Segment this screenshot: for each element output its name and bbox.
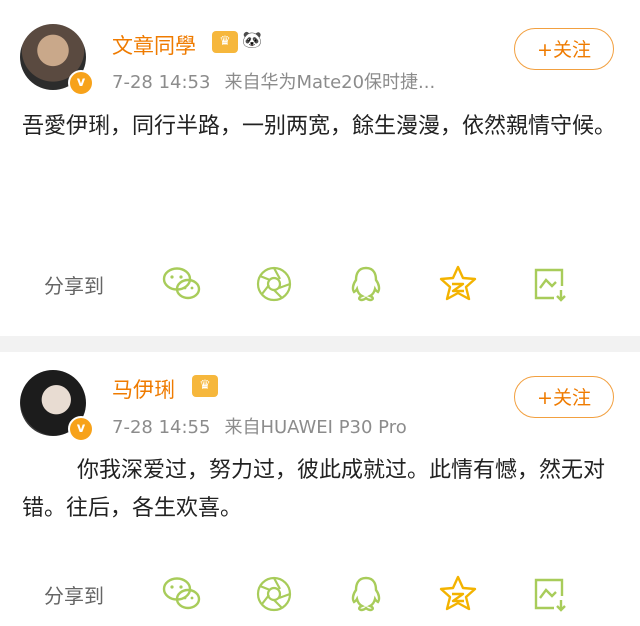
- share-label: 分享到: [44, 274, 104, 298]
- post-source: 来自华为Mate20保时捷...: [224, 72, 436, 93]
- post-card: v 马伊琍 ♛ 7-28 14:55 来自HUAWEI P30 Pro +关注 你…: [0, 352, 640, 626]
- wechat-icon[interactable]: [160, 574, 204, 614]
- moments-icon[interactable]: [252, 264, 296, 304]
- share-row: 分享到: [0, 564, 640, 624]
- post-text: 吾愛伊琍，同行半路，一别两宽，餘生漫漫，依然親情守候。: [22, 114, 617, 139]
- wechat-icon[interactable]: [160, 264, 204, 304]
- follow-button[interactable]: +关注: [514, 376, 614, 418]
- crown-icon: ♛: [192, 375, 218, 397]
- save-image-icon[interactable]: [528, 574, 572, 614]
- share-label: 分享到: [44, 584, 104, 608]
- panda-icon: 🐼: [242, 30, 262, 49]
- qq-icon[interactable]: [344, 574, 388, 614]
- user-name[interactable]: 文章同學: [112, 30, 196, 60]
- card-divider: [0, 336, 640, 352]
- qzone-star-icon[interactable]: [436, 264, 480, 304]
- verified-badge-icon: v: [68, 416, 94, 442]
- verified-badge-icon: v: [68, 70, 94, 96]
- follow-button[interactable]: +关注: [514, 28, 614, 70]
- post-time: 7-28 14:53: [112, 72, 211, 93]
- user-badges: ♛: [192, 373, 218, 397]
- post-time: 7-28 14:55: [112, 417, 211, 438]
- share-row: 分享到: [0, 254, 640, 314]
- post-meta: 7-28 14:55 来自HUAWEI P30 Pro: [112, 413, 407, 439]
- user-badges: ♛ 🐼: [212, 29, 264, 53]
- save-image-icon[interactable]: [528, 264, 572, 304]
- user-name[interactable]: 马伊琍: [112, 374, 175, 404]
- post-source: 来自HUAWEI P30 Pro: [224, 417, 407, 438]
- post-meta: 7-28 14:53 来自华为Mate20保时捷...: [112, 68, 435, 94]
- post-text: 你我深爱过，努力过，彼此成就过。此情有憾，然无对错。往后，各生欢喜。: [22, 458, 606, 521]
- crown-icon: ♛: [212, 31, 238, 53]
- moments-icon[interactable]: [252, 574, 296, 614]
- qq-icon[interactable]: [344, 264, 388, 304]
- post-card: v 文章同學 ♛ 🐼 7-28 14:53 来自华为Mate20保时捷... +关注…: [0, 0, 640, 336]
- qzone-star-icon[interactable]: [436, 574, 480, 614]
